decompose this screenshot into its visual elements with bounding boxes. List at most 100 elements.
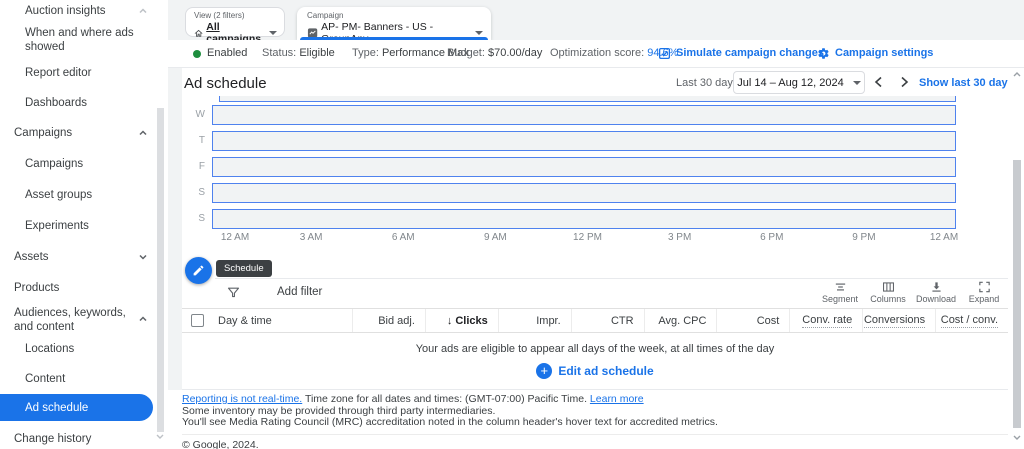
day-label: S: [182, 183, 212, 203]
chevron-up-icon: [138, 128, 148, 137]
show-last-30-days-link[interactable]: Show last 30 days: [919, 77, 1014, 89]
column-ctr[interactable]: CTR: [571, 309, 644, 332]
sidebar-section-audiences-keywords-content[interactable]: Audiences, keywords, and content: [0, 306, 168, 342]
dropdown-caret-icon: [853, 81, 861, 85]
schedule-bar: [212, 131, 956, 151]
empty-state-message: Your ads are eligible to appear all days…: [182, 333, 1008, 355]
column-clicks-sorted[interactable]: ↓ Clicks: [425, 309, 498, 332]
table-toolbar: Add filter Segment Columns Download Expa…: [182, 278, 1008, 308]
day-label: F: [182, 157, 212, 177]
schedule-bar: [212, 105, 956, 125]
axis-tick: 12 AM: [221, 232, 249, 243]
table-header-row: Day & time Bid adj. ↓ Clicks Impr. CTR A…: [182, 308, 1008, 333]
column-cost[interactable]: Cost: [716, 309, 789, 332]
expand-button[interactable]: Expand: [960, 280, 1008, 304]
plus-icon: +: [536, 363, 552, 379]
time-axis: 12 AM 3 AM 6 AM 9 AM 12 PM 3 PM 6 PM 9 P…: [219, 232, 956, 245]
clipped-day-bar: [219, 96, 956, 102]
column-impr[interactable]: Impr.: [498, 309, 571, 332]
sidebar-item-locations[interactable]: Locations: [0, 342, 168, 372]
column-avg-cpc[interactable]: Avg. CPC: [644, 309, 717, 332]
expand-icon: [977, 280, 992, 294]
day-label: T: [182, 131, 212, 151]
day-row: S: [182, 183, 956, 203]
footer: Reporting is not real-time. Time zone fo…: [182, 394, 1008, 449]
sidebar-item-asset-groups[interactable]: Asset groups: [0, 188, 168, 219]
view-filter-dropdown[interactable]: View (2 filters) All campaigns: [185, 7, 285, 37]
day-row: W: [182, 105, 956, 125]
dropdown-caret-icon: [475, 31, 483, 35]
next-period-button[interactable]: [900, 76, 909, 88]
sidebar-item-content[interactable]: Content: [0, 372, 168, 394]
sidebar-item-when-and-where-ads-showed[interactable]: When and where ads showed: [0, 26, 168, 66]
scrollbar-thumb[interactable]: [1013, 160, 1021, 428]
sidebar-item-change-history[interactable]: Change history: [0, 432, 168, 449]
column-day-time[interactable]: Day & time: [218, 315, 272, 327]
sidebar-item-experiments[interactable]: Experiments: [0, 219, 168, 250]
download-button[interactable]: Download: [912, 280, 960, 304]
campaign-dropdown[interactable]: Campaign AP- PM- Banners - US - GroupAny: [297, 7, 491, 40]
sidebar-section-campaigns[interactable]: Campaigns: [0, 126, 168, 157]
campaign-status-bar: Enabled Status: Eligible Type: Performan…: [168, 40, 1024, 68]
campaign-icon: [307, 27, 318, 39]
reporting-link[interactable]: Reporting is not real-time.: [182, 393, 302, 405]
column-conversions[interactable]: Conversions: [862, 309, 935, 332]
edit-ad-schedule-button[interactable]: + Edit ad schedule: [536, 363, 653, 379]
add-filter-button[interactable]: Add filter: [277, 286, 322, 298]
column-cost-per-conv[interactable]: Cost / conv.: [935, 309, 1008, 332]
left-navigation: Auction insights When and where ads show…: [0, 0, 168, 449]
gear-icon: [817, 47, 830, 60]
segment-button[interactable]: Segment: [816, 280, 864, 304]
axis-tick: 9 PM: [852, 232, 875, 243]
sidebar-scrollbar-thumb[interactable]: [157, 108, 164, 432]
learn-more-link[interactable]: Learn more: [590, 393, 644, 405]
scroll-down-icon[interactable]: [155, 433, 165, 440]
simulate-icon: [658, 47, 671, 60]
schedule-bar: [212, 157, 956, 177]
axis-tick: 12 AM: [930, 232, 958, 243]
simulate-campaign-changes-button[interactable]: Simulate campaign changes: [658, 40, 824, 67]
chevron-up-icon: [138, 6, 148, 15]
filter-icon[interactable]: [226, 285, 241, 300]
pencil-icon: [192, 264, 205, 277]
home-icon: [194, 28, 203, 39]
vertical-scrollbar[interactable]: [1008, 68, 1024, 449]
sidebar-item-products[interactable]: Products: [0, 281, 168, 306]
budget-field[interactable]: Budget: $70.00/day: [447, 40, 542, 67]
footer-line-3: You'll see Media Rating Council (MRC) ac…: [182, 417, 1008, 429]
sidebar-section-assets[interactable]: Assets: [0, 250, 168, 281]
date-range-dropdown[interactable]: Jul 14 – Aug 12, 2024: [733, 71, 865, 94]
select-all-checkbox[interactable]: [191, 314, 204, 327]
sidebar-item-auction-insights[interactable]: Auction insights: [0, 4, 168, 26]
axis-tick: 12 PM: [573, 232, 602, 243]
edit-schedule-fab-button[interactable]: [185, 257, 212, 284]
view-filter-label: View (2 filters): [194, 11, 277, 20]
columns-button[interactable]: Columns: [864, 280, 912, 304]
enabled-dot-icon: [193, 50, 201, 58]
column-conv-rate[interactable]: Conv. rate: [789, 309, 862, 332]
campaign-settings-button[interactable]: Campaign settings: [817, 40, 933, 67]
chevron-up-icon: [138, 314, 148, 323]
day-row: F: [182, 157, 956, 177]
column-bid-adj[interactable]: Bid adj.: [352, 309, 425, 332]
day-label: W: [182, 105, 212, 125]
sidebar-item-ad-schedule-selected[interactable]: Ad schedule: [0, 394, 153, 421]
axis-tick: 9 AM: [484, 232, 507, 243]
sidebar-item-dashboards[interactable]: Dashboards: [0, 96, 168, 126]
campaign-label: Campaign: [307, 11, 483, 20]
axis-tick: 6 PM: [760, 232, 783, 243]
ad-schedule-chart: W T F S S 12 AM 3 AM 6 AM 9 AM 12 PM 3 P…: [182, 96, 1008, 242]
previous-period-button[interactable]: [874, 76, 883, 88]
copyright: © Google, 2024.: [182, 440, 1008, 449]
schedule-bar: [212, 209, 956, 229]
sidebar-item-campaigns[interactable]: Campaigns: [0, 157, 168, 188]
sidebar-item-report-editor[interactable]: Report editor: [0, 66, 168, 96]
axis-tick: 3 AM: [300, 232, 323, 243]
status-field: Status: Eligible: [262, 40, 335, 67]
empty-state: Your ads are eligible to appear all days…: [182, 333, 1008, 390]
columns-icon: [881, 280, 896, 294]
scroll-down-icon[interactable]: [1012, 434, 1022, 441]
enabled-status[interactable]: Enabled: [193, 40, 247, 67]
content-left-gutter: [168, 68, 182, 390]
scroll-up-icon[interactable]: [1012, 71, 1022, 78]
